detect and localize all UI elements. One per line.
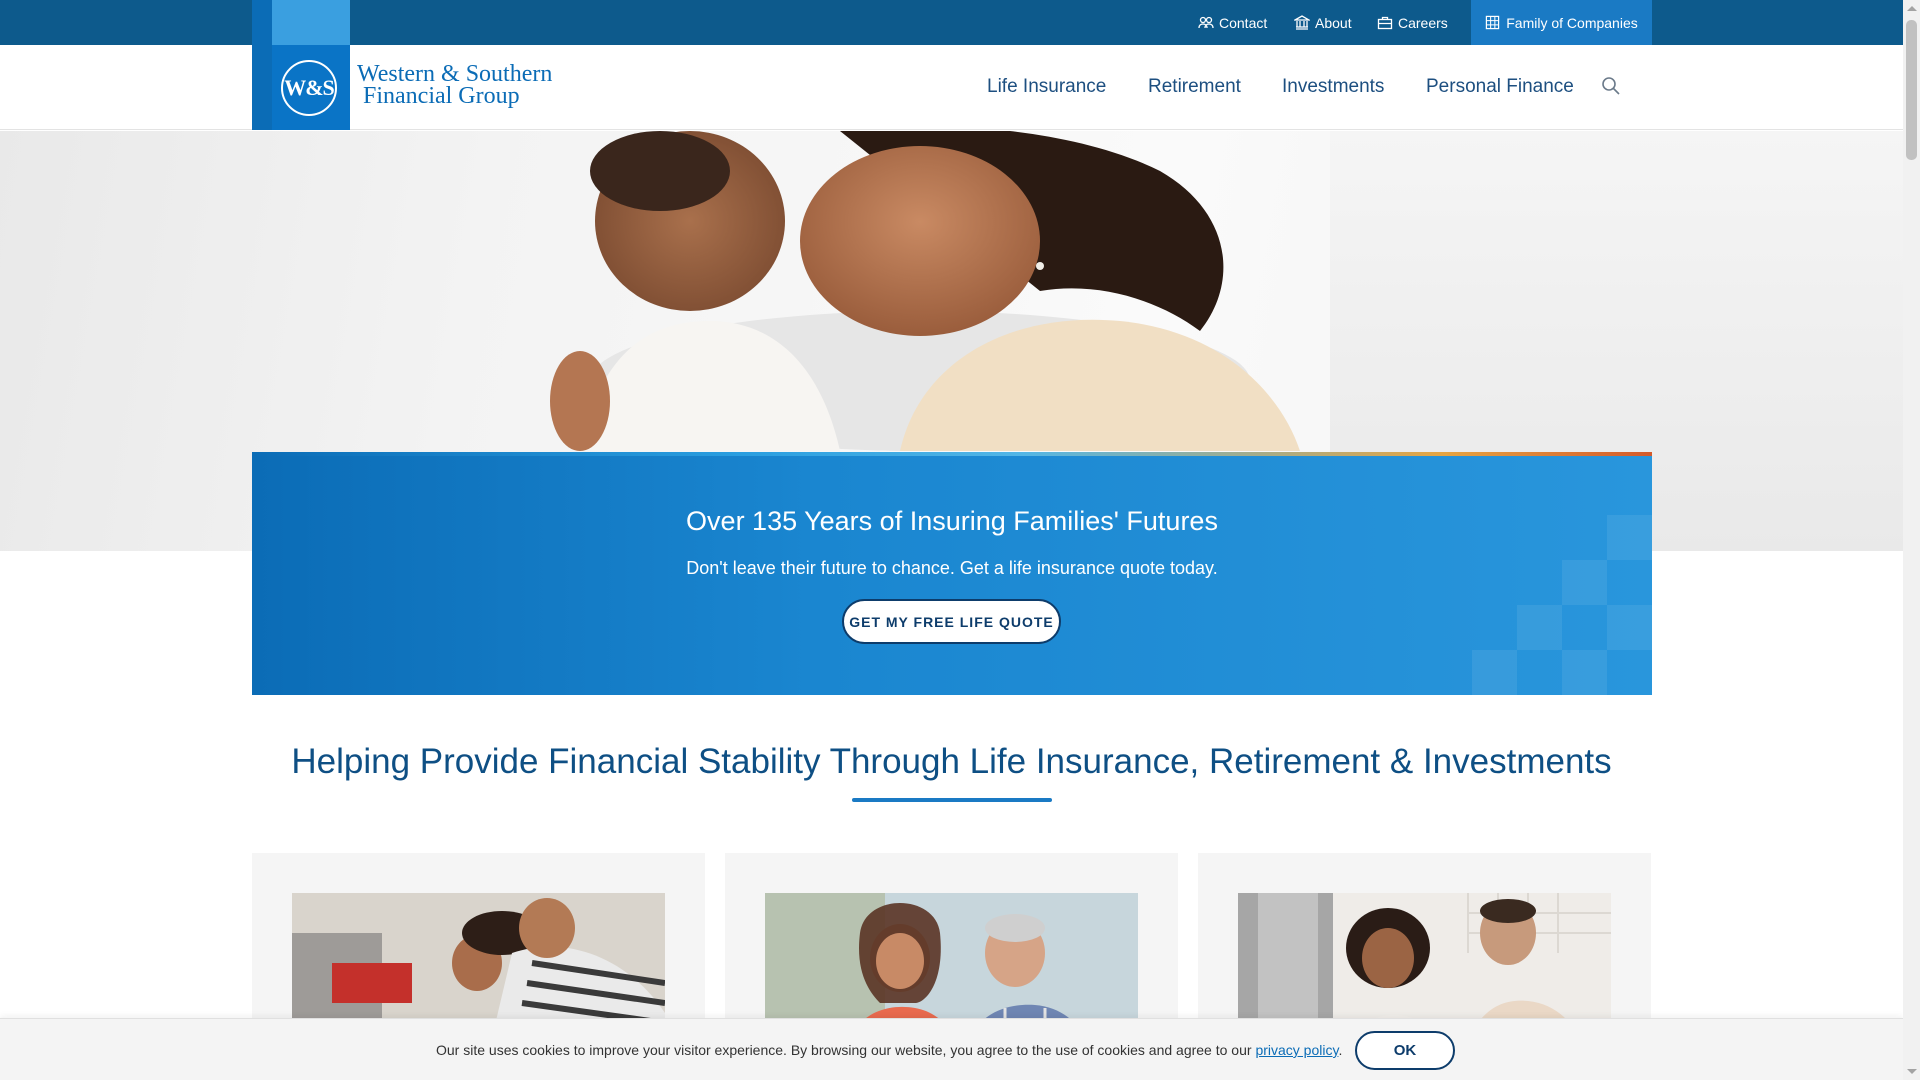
contact-link[interactable]: Contact — [1198, 0, 1267, 45]
nav-investments[interactable]: Investments — [1282, 76, 1384, 98]
scrollbar-thumb[interactable] — [1906, 20, 1917, 160]
careers-label: Careers — [1398, 14, 1448, 31]
cookie-message-text: Our site uses cookies to improve your vi… — [436, 1042, 1256, 1058]
bank-icon — [1294, 14, 1310, 30]
headline-underline — [852, 798, 1052, 802]
brand-line-1: Western & Southern — [357, 61, 553, 87]
family-of-companies-button[interactable]: Family of Companies — [1471, 0, 1652, 45]
decor-tile — [1472, 650, 1517, 695]
cookie-message: Our site uses cookies to improve your vi… — [436, 1042, 1342, 1058]
decor-tile — [1562, 650, 1607, 695]
cookie-message-end: . — [1338, 1042, 1343, 1058]
scroll-up-arrow-icon[interactable] — [1907, 6, 1917, 11]
careers-link[interactable]: Careers — [1377, 0, 1448, 45]
nav-personal-finance[interactable]: Personal Finance — [1426, 76, 1574, 98]
logo-accent-top — [272, 0, 350, 45]
section-headline: Helping Provide Financial Stability Thro… — [291, 742, 1612, 781]
grid-icon — [1486, 15, 1500, 30]
brand-line-2: Financial Group — [363, 83, 520, 109]
banner-title: Over 135 Years of Insuring Families' Fut… — [686, 506, 1218, 536]
about-link[interactable]: About — [1294, 0, 1352, 45]
people-icon — [1198, 16, 1214, 28]
scroll-down-arrow-icon[interactable] — [1907, 1069, 1917, 1074]
nav-retirement[interactable]: Retirement — [1148, 76, 1241, 98]
nav-life-insurance[interactable]: Life Insurance — [987, 76, 1106, 98]
privacy-policy-link[interactable]: privacy policy — [1255, 1042, 1338, 1058]
cookie-ok-button[interactable]: OK — [1355, 1031, 1455, 1070]
banner-accent-stripe — [252, 452, 1652, 456]
cookie-consent-bar: Our site uses cookies to improve your vi… — [0, 1018, 1903, 1080]
brand-name[interactable]: Western & Southern Financial Group — [357, 61, 553, 109]
contact-label: Contact — [1219, 14, 1268, 31]
logo-mark: W&S — [281, 60, 337, 116]
banner-subtitle: Don't leave their future to chance. Get … — [686, 558, 1218, 578]
briefcase-icon — [1377, 16, 1393, 29]
page-scrollbar[interactable] — [1903, 0, 1920, 1080]
mother-baby-photo — [550, 131, 1300, 451]
decor-tile — [1607, 605, 1652, 650]
free-life-quote-button[interactable]: GET MY FREE LIFE QUOTE — [842, 599, 1061, 644]
logo[interactable]: W&S — [252, 0, 350, 130]
family-label: Family of Companies — [1506, 14, 1638, 31]
quote-banner: Over 135 Years of Insuring Families' Fut… — [252, 452, 1652, 695]
search-icon[interactable] — [1601, 76, 1621, 96]
about-label: About — [1315, 14, 1352, 31]
decor-tile — [1517, 605, 1562, 650]
